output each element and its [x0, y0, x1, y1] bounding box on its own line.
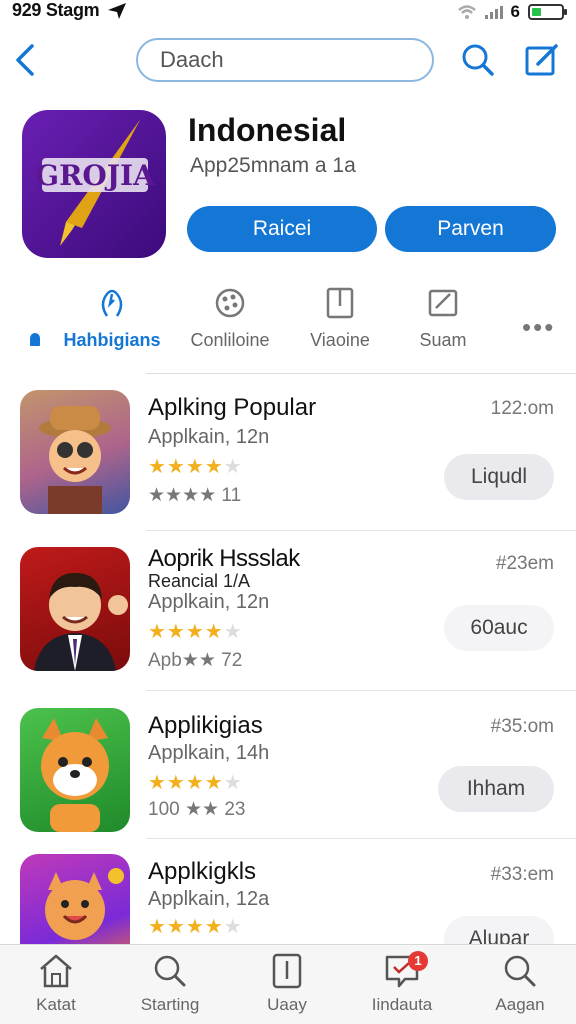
tabbar-label: Iindauta — [371, 995, 433, 1014]
item-category: Applkain, 12n — [148, 426, 270, 448]
item-title: Aoprik Hssslak — [148, 545, 300, 572]
active-tab-marker-icon — [30, 333, 40, 346]
battery-icon — [528, 4, 567, 20]
app-logo-text: GROJIA — [35, 159, 156, 192]
bottom-tab-bar: Katat Starting Uaay 1 Iindauta Aagan — [0, 944, 576, 1024]
item-time: #23em — [495, 553, 554, 574]
signal-icon — [484, 5, 503, 19]
app-thumbnail-icon — [20, 854, 130, 944]
search-icon — [154, 955, 186, 987]
divider — [146, 530, 576, 531]
app-thumbnail-icon — [20, 547, 130, 671]
item-reviews: 100 ★★ 23 — [148, 799, 246, 820]
rating-stars: ★★★★★ — [148, 772, 243, 794]
tab-highlights-icon — [101, 289, 123, 317]
item-title: Applikigias — [148, 712, 263, 739]
wifi-icon — [457, 5, 476, 19]
back-chevron-icon[interactable] — [10, 40, 40, 80]
rating-stars: ★★★★★ — [148, 621, 243, 643]
tab-video[interactable]: Viaoine — [290, 286, 390, 356]
tab-palette-icon — [215, 288, 245, 318]
get-button[interactable]: Ihham — [438, 766, 554, 812]
category-tabs: Hahbigians Conliloine Viaoine Suam ••• — [0, 286, 576, 356]
search-icon[interactable] — [458, 40, 498, 80]
list-item[interactable]: Applkigkls Applkain, 12a ★★★★★ #33:em Al… — [0, 854, 576, 944]
tab-edit-icon — [428, 289, 458, 317]
list-item[interactable]: Aoprik Hssslak Reancial 1/A Applkain, 12… — [0, 545, 576, 685]
book-icon — [272, 953, 302, 989]
item-time: #33:em — [490, 864, 554, 885]
tab-book-icon — [326, 287, 354, 319]
secondary-action-button[interactable]: Parven — [385, 206, 556, 252]
item-title: Aplking Popular — [148, 394, 317, 421]
item-reviews: ★★★★ 11 — [148, 485, 242, 506]
status-time: 929 Stagm — [12, 0, 100, 20]
app-icon: GROJIA — [22, 110, 166, 258]
tabbar-item-account[interactable]: Aagan — [470, 953, 570, 1015]
status-left: 929 Stagm — [12, 0, 127, 21]
location-arrow-icon — [108, 2, 127, 19]
tabbar-item-search[interactable]: Starting — [120, 953, 220, 1015]
get-button[interactable]: Liqudl — [444, 454, 554, 500]
app-thumbnail-icon — [20, 708, 130, 832]
tab-search[interactable]: Suam — [393, 286, 493, 356]
tab-label: Conliloine — [190, 330, 270, 350]
tab-label: Hahbigians — [63, 330, 161, 350]
notification-badge: 1 — [408, 951, 428, 971]
app-logo-icon: GROJIA — [35, 120, 156, 246]
tab-highlights[interactable]: Hahbigians — [62, 286, 162, 356]
primary-action-button[interactable]: Raicei — [187, 206, 377, 252]
tabbar-item-today[interactable]: Katat — [6, 953, 106, 1015]
home-icon — [40, 954, 72, 988]
app-title: Indonesial — [188, 112, 347, 148]
tab-label: Viaoine — [310, 330, 370, 350]
tabbar-label: Starting — [140, 995, 200, 1014]
list-item[interactable]: Applikigias Applkain, 14h ★★★★★ 100 ★★ 2… — [0, 706, 576, 836]
search-box[interactable] — [136, 38, 434, 82]
get-button[interactable]: Alupar — [444, 916, 554, 944]
compose-icon[interactable] — [522, 40, 562, 80]
tab-collections[interactable]: Conliloine — [180, 286, 280, 356]
search-input[interactable] — [138, 40, 432, 80]
rating-stars: ★★★★★ — [148, 456, 243, 478]
top-nav — [0, 36, 576, 84]
item-reviews: Apb★★ 72 — [148, 650, 243, 671]
item-category: Applkain, 12n — [148, 591, 270, 613]
tab-label: Suam — [419, 330, 467, 350]
item-category: Applkain, 12a — [148, 888, 270, 910]
item-subtitle: Reancial 1/A — [148, 571, 251, 591]
tabbar-label: Uaay — [267, 995, 307, 1014]
divider — [146, 373, 576, 374]
tabbar-label: Katat — [36, 995, 76, 1014]
divider — [146, 838, 576, 839]
rating-stars: ★★★★★ — [148, 916, 243, 938]
item-category: Applkain, 14h — [148, 742, 270, 764]
item-time: #35:om — [490, 716, 554, 737]
app-thumbnail-icon — [20, 390, 130, 514]
status-bar: 929 Stagm 6 — [0, 0, 576, 22]
tabbar-item-apps[interactable]: Uaay — [237, 953, 337, 1015]
status-right: 6 — [457, 2, 567, 22]
app-subtitle: App25mnam a 1a — [190, 154, 356, 177]
status-glyph: 6 — [510, 2, 520, 21]
get-button[interactable]: 60auc — [444, 605, 554, 651]
item-time: 122:om — [490, 398, 554, 419]
tabbar-label: Aagan — [495, 995, 545, 1014]
more-options-icon[interactable]: ••• — [522, 312, 555, 343]
item-title: Applkigkls — [148, 858, 257, 885]
divider — [146, 690, 576, 691]
search-icon — [504, 955, 536, 987]
list-item[interactable]: Aplking Popular Applkain, 12n ★★★★★ ★★★★… — [0, 388, 576, 528]
tabbar-item-updates[interactable]: 1 Iindauta — [352, 951, 452, 1015]
